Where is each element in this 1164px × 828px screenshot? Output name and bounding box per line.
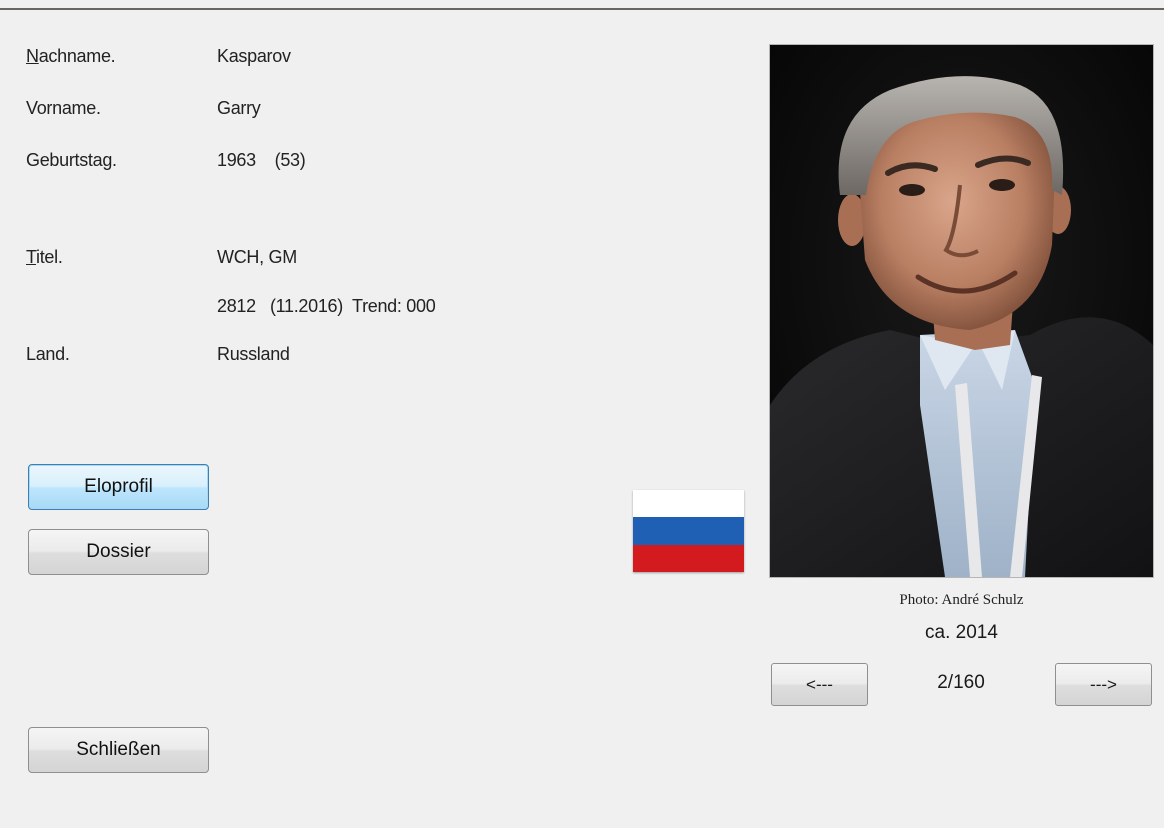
vorname-value: Garry <box>217 98 261 118</box>
photo-counter: 2/160 <box>937 672 985 693</box>
schliessen-button[interactable]: Schließen <box>28 727 209 773</box>
elo-value: 2812 (11.2016) Trend: 000 <box>217 296 436 316</box>
dossier-button[interactable]: Dossier <box>28 529 209 575</box>
flag-stripe-red <box>633 544 744 572</box>
eloprofil-button[interactable]: Eloprofil <box>28 464 209 510</box>
window-top-border <box>0 0 1164 10</box>
land-value: Russland <box>217 344 290 364</box>
russia-flag-icon <box>633 490 744 572</box>
geburtstag-value: 1963 (53) <box>217 150 306 170</box>
titel-value: WCH, GM <box>217 247 297 267</box>
titel-label: Titel. <box>26 247 63 267</box>
flag-stripe-white <box>633 490 744 518</box>
photo-credit: Photo: André Schulz <box>899 592 1024 608</box>
player-photo <box>769 44 1154 578</box>
vorname-label: Vorname. <box>26 98 101 118</box>
geburtstag-label: Geburtstag. <box>26 150 117 170</box>
next-photo-button[interactable]: ---> <box>1055 663 1152 706</box>
photo-year: ca. 2014 <box>925 622 998 643</box>
previous-photo-button[interactable]: <--- <box>771 663 868 706</box>
nachname-label: Nachname. <box>26 46 116 66</box>
flag-stripe-blue <box>633 517 744 545</box>
land-label: Land. <box>26 344 70 364</box>
nachname-value: Kasparov <box>217 46 291 66</box>
